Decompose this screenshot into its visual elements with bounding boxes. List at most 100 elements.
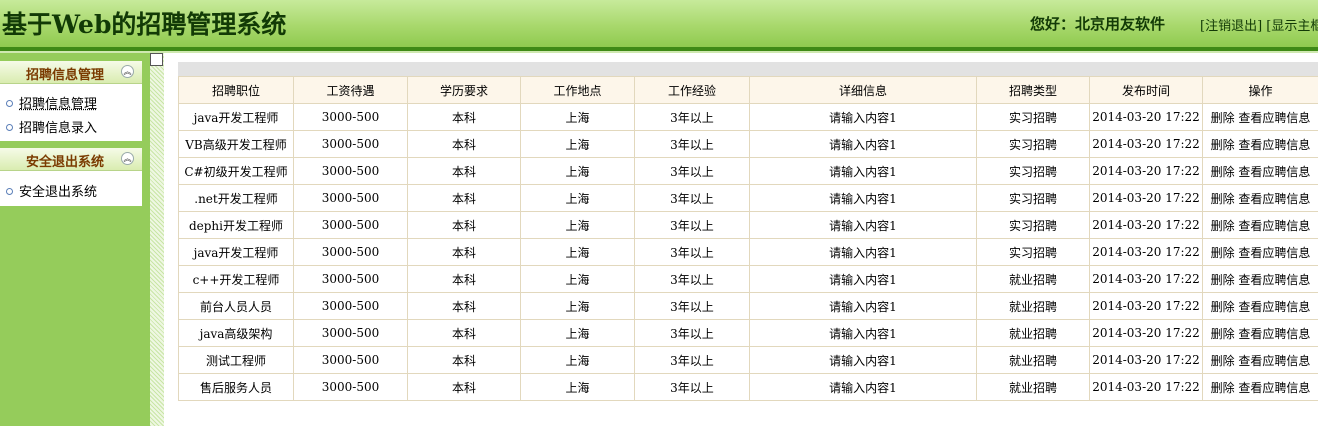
experience-cell: 3年以上 (634, 184, 750, 212)
sidebar-item-recruitment-management[interactable]: 招聘信息管理 (6, 93, 97, 112)
view-applications-link[interactable]: 查看应聘信息 (1238, 273, 1310, 287)
delete-link[interactable]: 删除 (1211, 219, 1235, 233)
job-title-cell: VB高级开发工程师 (178, 130, 294, 158)
job-title-cell: java开发工程师 (178, 238, 294, 266)
table-row: c++开发工程师 3000-500 本科 上海 3年以上 请输入内容1 就业招聘 2014-0… (178, 265, 1318, 293)
date-cell: 2014-03-20 17:22 (1089, 130, 1203, 158)
details-cell: 请输入内容1 (749, 265, 977, 293)
job-title-cell: 售后服务人员 (178, 373, 294, 401)
date-cell: 2014-03-20 17:22 (1089, 319, 1203, 347)
details-cell: 请输入内容1 (749, 103, 977, 131)
actions-cell: 删除 查看应聘信息 (1202, 346, 1318, 374)
system-title: 基于Web的招聘管理系统 (2, 10, 287, 39)
view-applications-link[interactable]: 查看应聘信息 (1238, 354, 1310, 368)
actions-cell: 删除 查看应聘信息 (1202, 103, 1318, 131)
job-title-cell: java开发工程师 (178, 103, 294, 131)
table-row: .net开发工程师 3000-500 本科 上海 3年以上 请输入内容1 实习招聘 2014-… (178, 184, 1318, 212)
date-cell: 2014-03-20 17:22 (1089, 157, 1203, 185)
education-cell: 本科 (407, 184, 521, 212)
details-cell: 请输入内容1 (749, 130, 977, 158)
circle-bullet-icon (6, 100, 13, 107)
location-cell: 上海 (520, 346, 635, 374)
sidebar-item-recruitment-entry[interactable]: 招聘信息录入 (6, 117, 97, 136)
view-applications-link[interactable]: 查看应聘信息 (1238, 138, 1310, 152)
column-header: 详细信息 (749, 76, 977, 104)
column-header: 学历要求 (407, 76, 521, 104)
details-cell: 请输入内容1 (749, 346, 977, 374)
view-applications-link[interactable]: 查看应聘信息 (1238, 111, 1310, 125)
logout-link[interactable]: [注销退出] (1200, 19, 1262, 34)
column-header: 操作 (1202, 76, 1318, 104)
experience-cell: 3年以上 (634, 157, 750, 185)
splitter-toggle-handle[interactable] (150, 53, 163, 66)
actions-cell: 删除 查看应聘信息 (1202, 211, 1318, 239)
column-header: 工作地点 (520, 76, 635, 104)
details-cell: 请输入内容1 (749, 157, 977, 185)
delete-link[interactable]: 删除 (1211, 192, 1235, 206)
show-main-frame-link[interactable]: [显示主框架] (1266, 19, 1318, 34)
experience-cell: 3年以上 (634, 211, 750, 239)
view-applications-link[interactable]: 查看应聘信息 (1238, 300, 1310, 314)
panel-safe-exit: 安全退出系统 ︽ 安全退出系统 (0, 148, 142, 206)
type-cell: 就业招聘 (976, 265, 1090, 293)
view-applications-link[interactable]: 查看应聘信息 (1238, 246, 1310, 260)
header-divider-light (0, 51, 1318, 53)
experience-cell: 3年以上 (634, 238, 750, 266)
type-cell: 实习招聘 (976, 211, 1090, 239)
location-cell: 上海 (520, 238, 635, 266)
actions-cell: 删除 查看应聘信息 (1202, 319, 1318, 347)
location-cell: 上海 (520, 157, 635, 185)
panel-header[interactable]: 招聘信息管理 ︽ (0, 61, 142, 84)
location-cell: 上海 (520, 373, 635, 401)
details-cell: 请输入内容1 (749, 373, 977, 401)
double-chevron-up-icon[interactable]: ︽ (121, 152, 134, 165)
view-applications-link[interactable]: 查看应聘信息 (1238, 165, 1310, 179)
delete-link[interactable]: 删除 (1211, 246, 1235, 260)
location-cell: 上海 (520, 184, 635, 212)
delete-link[interactable]: 删除 (1211, 165, 1235, 179)
table-row: 前台人员人员 3000-500 本科 上海 3年以上 请输入内容1 就业招聘 2014-03-… (178, 292, 1318, 320)
actions-cell: 删除 查看应聘信息 (1202, 130, 1318, 158)
delete-link[interactable]: 删除 (1211, 354, 1235, 368)
salary-cell: 3000-500 (293, 238, 408, 266)
grid-toolbar (178, 62, 1318, 76)
table-row: java高级架构 3000-500 本科 上海 3年以上 请输入内容1 就业招聘 2014-0… (178, 319, 1318, 347)
job-title-cell: dephi开发工程师 (178, 211, 294, 239)
job-title-cell: C#初级开发工程师 (178, 157, 294, 185)
actions-cell: 删除 查看应聘信息 (1202, 238, 1318, 266)
date-cell: 2014-03-20 17:22 (1089, 346, 1203, 374)
view-applications-link[interactable]: 查看应聘信息 (1238, 219, 1310, 233)
double-chevron-up-icon[interactable]: ︽ (121, 65, 134, 78)
delete-link[interactable]: 删除 (1211, 111, 1235, 125)
salary-cell: 3000-500 (293, 157, 408, 185)
date-cell: 2014-03-20 17:22 (1089, 238, 1203, 266)
date-cell: 2014-03-20 17:22 (1089, 184, 1203, 212)
view-applications-link[interactable]: 查看应聘信息 (1238, 381, 1310, 395)
sidebar-item-safe-exit[interactable]: 安全退出系统 (6, 181, 97, 200)
delete-link[interactable]: 删除 (1211, 300, 1235, 314)
experience-cell: 3年以上 (634, 292, 750, 320)
type-cell: 实习招聘 (976, 184, 1090, 212)
delete-link[interactable]: 删除 (1211, 327, 1235, 341)
actions-cell: 删除 查看应聘信息 (1202, 373, 1318, 401)
delete-link[interactable]: 删除 (1211, 138, 1235, 152)
column-header: 招聘职位 (178, 76, 294, 104)
type-cell: 就业招聘 (976, 319, 1090, 347)
panel-header[interactable]: 安全退出系统 ︽ (0, 148, 142, 171)
type-cell: 实习招聘 (976, 130, 1090, 158)
salary-cell: 3000-500 (293, 184, 408, 212)
frame-splitter[interactable] (150, 53, 164, 426)
panel-title: 招聘信息管理 (26, 68, 105, 83)
type-cell: 就业招聘 (976, 292, 1090, 320)
panel-title: 安全退出系统 (26, 155, 105, 170)
column-header: 工作经验 (634, 76, 750, 104)
column-header: 发布时间 (1089, 76, 1203, 104)
view-applications-link[interactable]: 查看应聘信息 (1238, 327, 1310, 341)
salary-cell: 3000-500 (293, 265, 408, 293)
delete-link[interactable]: 删除 (1211, 381, 1235, 395)
details-cell: 请输入内容1 (749, 292, 977, 320)
view-applications-link[interactable]: 查看应聘信息 (1238, 192, 1310, 206)
date-cell: 2014-03-20 17:22 (1089, 265, 1203, 293)
delete-link[interactable]: 删除 (1211, 273, 1235, 287)
location-cell: 上海 (520, 130, 635, 158)
